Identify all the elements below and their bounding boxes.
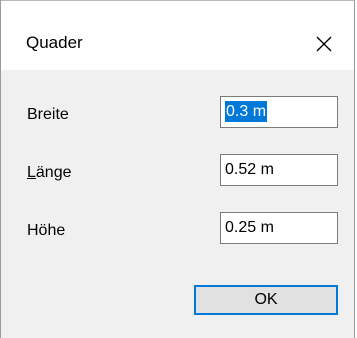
breite-input[interactable]: 0.3 m <box>220 96 338 128</box>
laenge-label: Länge <box>27 164 72 181</box>
ok-button[interactable]: OK <box>194 285 338 315</box>
hoehe-label: Höhe <box>27 222 66 239</box>
breite-label: Breite <box>27 106 69 123</box>
quader-dialog: Quader Breite 0.3 m Länge 0.52 m Höhe 0.… <box>0 0 355 338</box>
window-title: Quader <box>26 33 83 52</box>
close-icon <box>316 36 332 52</box>
close-button[interactable] <box>304 27 344 63</box>
laenge-input[interactable]: 0.52 m <box>220 154 338 186</box>
hoehe-input[interactable]: 0.25 m <box>220 212 338 244</box>
title-bar: Quader <box>1 0 354 70</box>
